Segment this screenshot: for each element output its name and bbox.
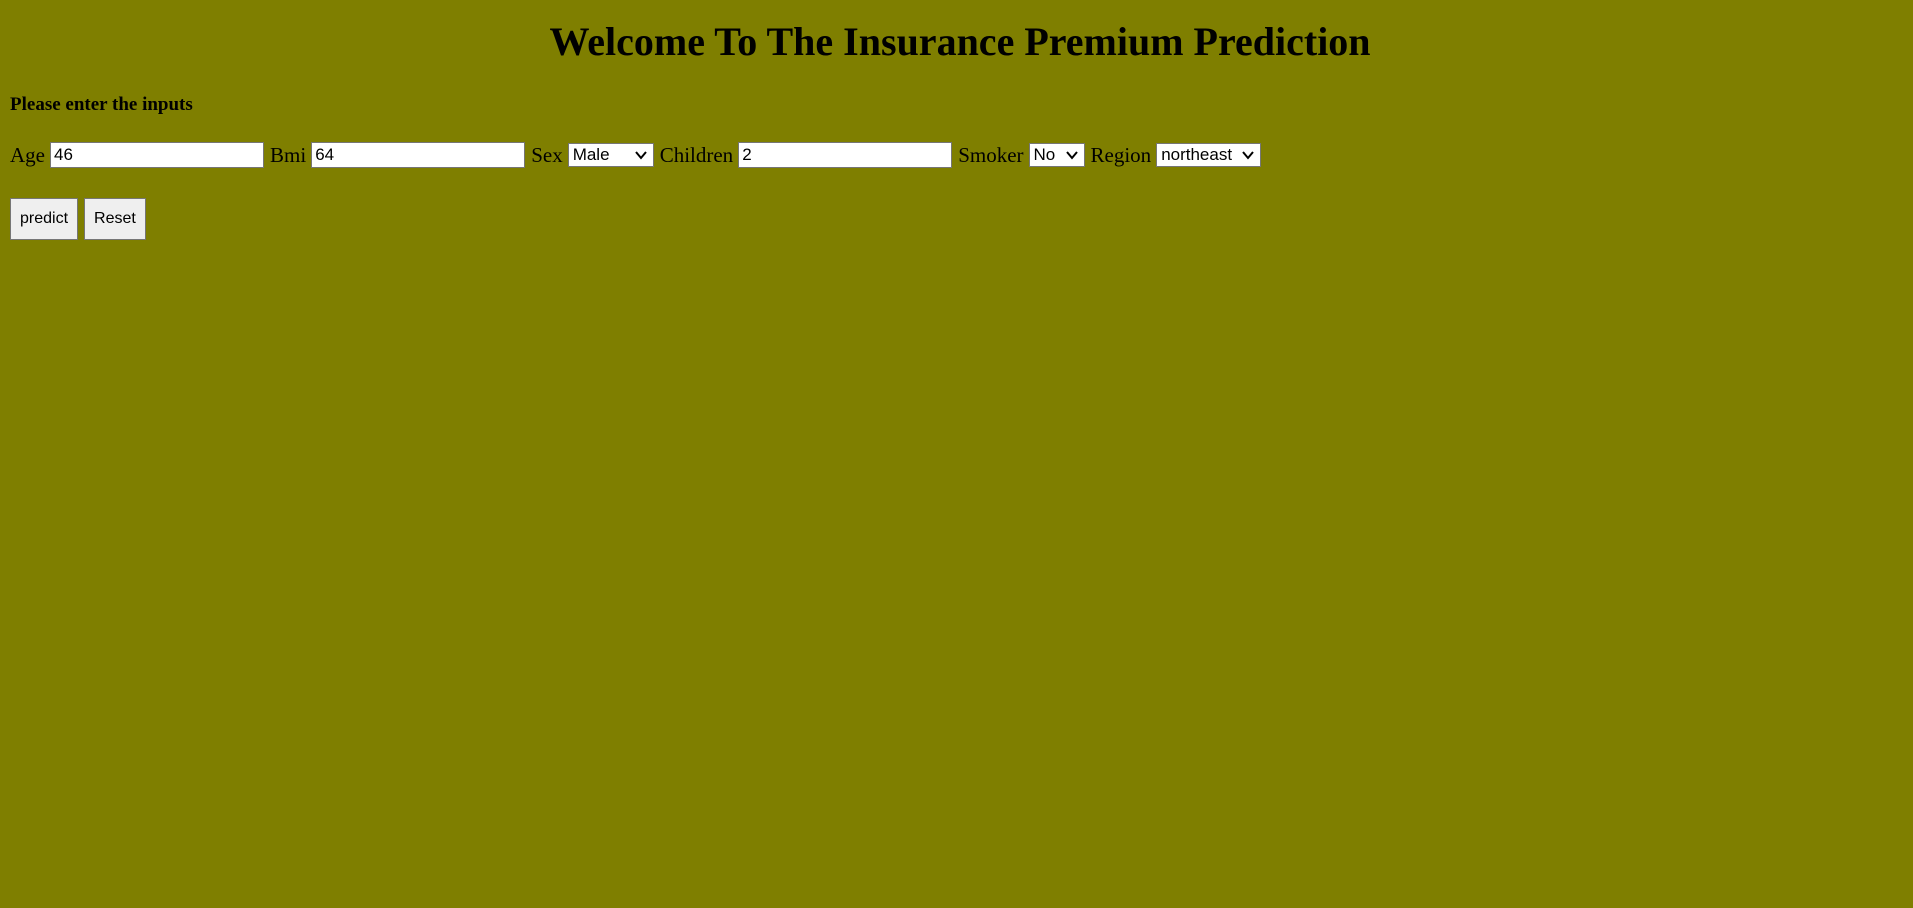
smoker-select[interactable]: No — [1028, 143, 1085, 167]
form-actions: predict Reset — [10, 198, 152, 240]
chevron-down-icon — [1242, 151, 1254, 160]
smoker-label: Smoker — [958, 142, 1024, 167]
page-title: Welcome To The Insurance Premium Predict… — [549, 19, 1371, 64]
region-select[interactable]: northeast — [1156, 143, 1262, 167]
reset-button[interactable]: Reset — [84, 198, 146, 240]
bmi-label: Bmi — [270, 142, 307, 167]
age-label: Age — [10, 142, 45, 167]
region-label: Region — [1090, 142, 1152, 167]
age-input[interactable] — [50, 142, 264, 168]
chevron-down-icon — [634, 151, 647, 160]
sex-selected-value: Male — [572, 145, 610, 164]
input-form-row: Age Bmi Sex Male Children Smoker No Regi… — [10, 141, 1267, 169]
region-selected-value: northeast — [1161, 145, 1233, 164]
predict-button[interactable]: predict — [10, 198, 79, 240]
children-input[interactable] — [738, 142, 953, 168]
smoker-selected-value: No — [1033, 145, 1056, 164]
sex-label: Sex — [531, 142, 563, 167]
sex-select[interactable]: Male — [567, 143, 654, 167]
bmi-input[interactable] — [311, 142, 526, 168]
children-label: Children — [659, 142, 734, 167]
chevron-down-icon — [1065, 151, 1078, 160]
form-instructions: Please enter the inputs — [10, 94, 193, 115]
